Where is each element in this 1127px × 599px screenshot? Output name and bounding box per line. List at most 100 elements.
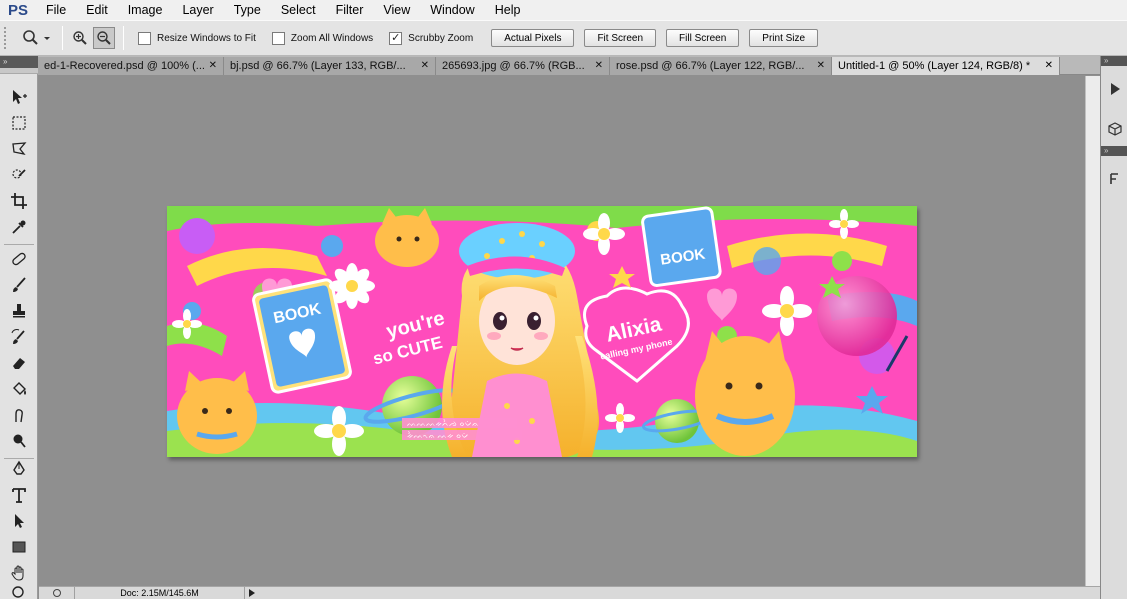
rectangle-tool[interactable] [8, 536, 30, 558]
history-brush-icon [11, 329, 25, 344]
paint-bucket-icon [13, 382, 26, 395]
tools-panel-header[interactable]: » [0, 56, 38, 68]
panel-collapse-header[interactable]: » [1101, 56, 1127, 66]
brush-icon [13, 277, 26, 292]
hand-icon [11, 565, 24, 581]
tab-265693[interactable]: 265693.jpg @ 66.7% (RGB... ✕ [436, 57, 610, 75]
tab-untitled-1[interactable]: Untitled-1 @ 50% (Layer 124, RGB/8) * ✕ [832, 57, 1060, 75]
menu-edit[interactable]: Edit [76, 0, 118, 20]
tab-bj[interactable]: bj.psd @ 66.7% (Layer 133, RGB/... ✕ [224, 57, 436, 75]
paragraph-icon [1109, 173, 1118, 184]
zoom-out-icon [97, 31, 111, 45]
right-panel-dock: » » [1100, 56, 1127, 599]
lasso-icon [12, 142, 27, 155]
fill-screen-button[interactable]: Fill Screen [666, 29, 740, 47]
zoom-tool[interactable] [8, 586, 30, 599]
menu-bar: PS File Edit Image Layer Type Select Fil… [0, 0, 1127, 20]
photoshop-logo: PS [7, 1, 28, 19]
path-select-tool[interactable] [8, 510, 30, 532]
brush-tool[interactable] [8, 274, 30, 296]
tab-label: ed-1-Recovered.psd @ 100% (... [44, 60, 205, 72]
rectangle-icon [12, 541, 26, 553]
zoom-in-button[interactable] [69, 27, 91, 49]
canvas-workspace[interactable]: BOOK BOOK you're so CUTE ᨓᨓᨓᨀᨈᨛᨌ ᨔᨆᨗᨊ ᨀᨛ… [39, 76, 1085, 586]
history-brush-tool[interactable] [8, 326, 30, 348]
smudge-tool[interactable] [8, 404, 30, 426]
move-icon [13, 90, 27, 104]
pen-icon [13, 460, 25, 475]
tools-panel-grip[interactable] [0, 68, 38, 74]
dodge-tool[interactable] [8, 430, 30, 452]
separator [62, 26, 63, 50]
actual-pixels-button[interactable]: Actual Pixels [491, 29, 575, 47]
lasso-tool[interactable] [8, 138, 30, 160]
menu-filter[interactable]: Filter [326, 0, 374, 20]
pen-tool[interactable] [8, 458, 30, 480]
play-button[interactable] [1101, 74, 1127, 104]
zoom-all-windows-label: Zoom All Windows [290, 32, 374, 44]
hand-tool[interactable] [8, 562, 30, 584]
menu-image[interactable]: Image [118, 0, 173, 20]
artwork-image: BOOK BOOK you're so CUTE ᨓᨓᨓᨀᨈᨛᨌ ᨔᨆᨗᨊ ᨀᨛ… [167, 206, 917, 457]
small-text-2: ᨀᨛᨓᨚᨊ ᨓᨀ ᨔᨆᨗ [407, 430, 469, 440]
cat-left [177, 371, 257, 454]
menu-file[interactable]: File [36, 0, 76, 20]
eyedropper-tool[interactable] [8, 216, 30, 238]
tab-rose[interactable]: rose.psd @ 66.7% (Layer 122, RGB/... ✕ [610, 57, 832, 75]
menu-select[interactable]: Select [271, 0, 326, 20]
close-icon[interactable]: ✕ [421, 57, 429, 75]
zoom-all-windows-checkbox[interactable]: Zoom All Windows [271, 31, 374, 45]
menu-help[interactable]: Help [485, 0, 531, 20]
menu-window[interactable]: Window [420, 0, 484, 20]
menu-layer[interactable]: Layer [172, 0, 223, 20]
dodge-icon [13, 434, 26, 448]
eraser-icon [13, 358, 25, 369]
close-icon[interactable]: ✕ [595, 57, 603, 75]
print-size-button[interactable]: Print Size [749, 29, 819, 47]
quick-select-icon [12, 169, 26, 179]
crop-tool[interactable] [8, 190, 30, 212]
paint-bucket-tool[interactable] [8, 378, 30, 400]
zoom-tool-icon [12, 586, 24, 598]
checkbox-box[interactable] [138, 31, 151, 45]
small-text-1: ᨓᨓᨓᨀᨈᨛᨌ ᨔᨆᨗᨊ [407, 418, 479, 428]
tab-recovered[interactable]: ed-1-Recovered.psd @ 100% (... ✕ [38, 57, 224, 75]
eraser-tool[interactable] [8, 352, 30, 374]
play-icon [1110, 83, 1120, 95]
checkbox-box[interactable] [271, 31, 285, 45]
panel-collapse-header-2[interactable]: » [1101, 146, 1127, 156]
scrubby-zoom-checkbox[interactable]: ✓ Scrubby Zoom [389, 31, 473, 45]
path-select-icon [15, 514, 24, 528]
stamp-tool[interactable] [8, 300, 30, 322]
resize-windows-checkbox[interactable]: Resize Windows to Fit [138, 31, 256, 45]
healing-icon [12, 252, 26, 266]
status-menu-button[interactable] [245, 587, 259, 599]
close-icon[interactable]: ✕ [209, 57, 217, 75]
healing-tool[interactable] [8, 248, 30, 270]
close-icon[interactable]: ✕ [1045, 57, 1053, 75]
checkbox-box-checked[interactable]: ✓ [389, 31, 403, 45]
tool-preset-picker[interactable] [18, 25, 56, 51]
vertical-scrollbar[interactable] [1085, 76, 1100, 586]
type-tool[interactable] [8, 484, 30, 506]
triangle-right-icon [249, 589, 255, 597]
fit-screen-button[interactable]: Fit Screen [584, 29, 657, 47]
close-icon[interactable]: ✕ [817, 57, 825, 75]
zoom-out-button[interactable] [93, 27, 115, 49]
paragraph-panel-button[interactable] [1101, 164, 1127, 194]
zoom-level-field[interactable] [39, 586, 75, 599]
zoom-icon [23, 30, 50, 45]
menu-type[interactable]: Type [224, 0, 271, 20]
quick-select-tool[interactable] [8, 164, 30, 186]
stamp-icon [13, 304, 25, 318]
options-grip[interactable] [4, 27, 10, 49]
tools-panel: » [0, 56, 38, 599]
status-bar: Doc: 2.15M/145.6M [39, 586, 1100, 599]
eyedropper-icon [12, 220, 26, 234]
move-tool[interactable] [8, 86, 30, 108]
document-canvas[interactable]: BOOK BOOK you're so CUTE ᨓᨓᨓᨀᨈᨛᨌ ᨔᨆᨗᨊ ᨀᨛ… [167, 206, 917, 457]
3d-panel-button[interactable] [1101, 114, 1127, 144]
document-tabs: ed-1-Recovered.psd @ 100% (... ✕ bj.psd … [0, 56, 1100, 75]
menu-view[interactable]: View [373, 0, 420, 20]
marquee-tool[interactable] [8, 112, 30, 134]
